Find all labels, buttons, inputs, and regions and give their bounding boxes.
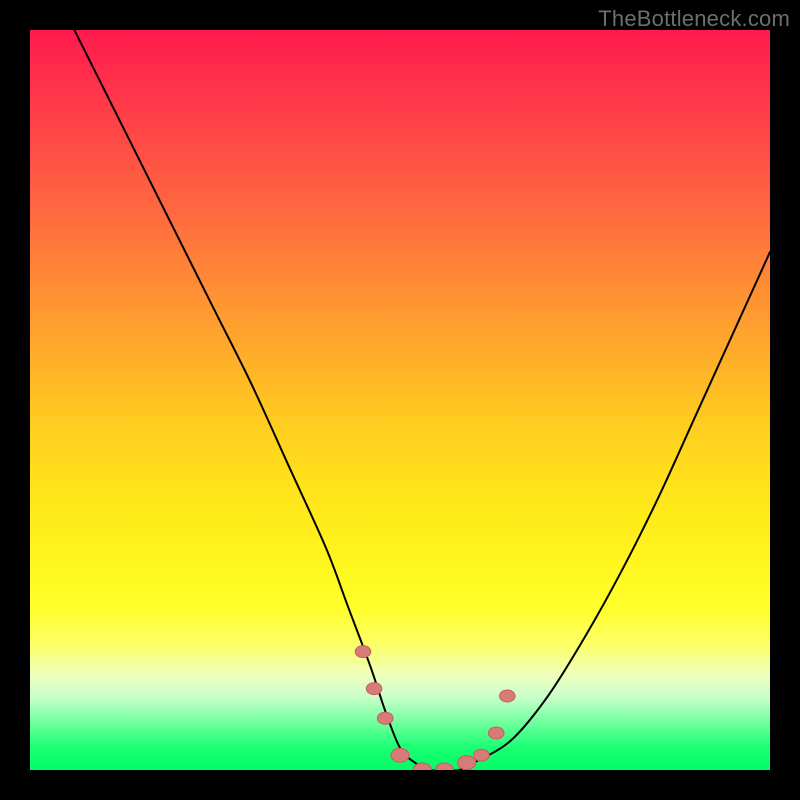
chart-frame: TheBottleneck.com [0,0,800,800]
curve-marker [355,646,371,658]
plot-area [30,30,770,770]
curve-marker [391,748,409,762]
curve-marker [500,690,516,702]
curve-marker [435,763,453,770]
curve-markers [355,646,515,770]
curve-marker [474,749,490,761]
curve-marker [488,727,504,739]
curve-layer [30,30,770,770]
watermark-label: TheBottleneck.com [598,6,790,32]
curve-marker [413,763,431,770]
curve-marker [458,756,476,770]
curve-marker [366,683,382,695]
curve-marker [377,712,393,724]
bottleneck-curve [74,30,770,770]
